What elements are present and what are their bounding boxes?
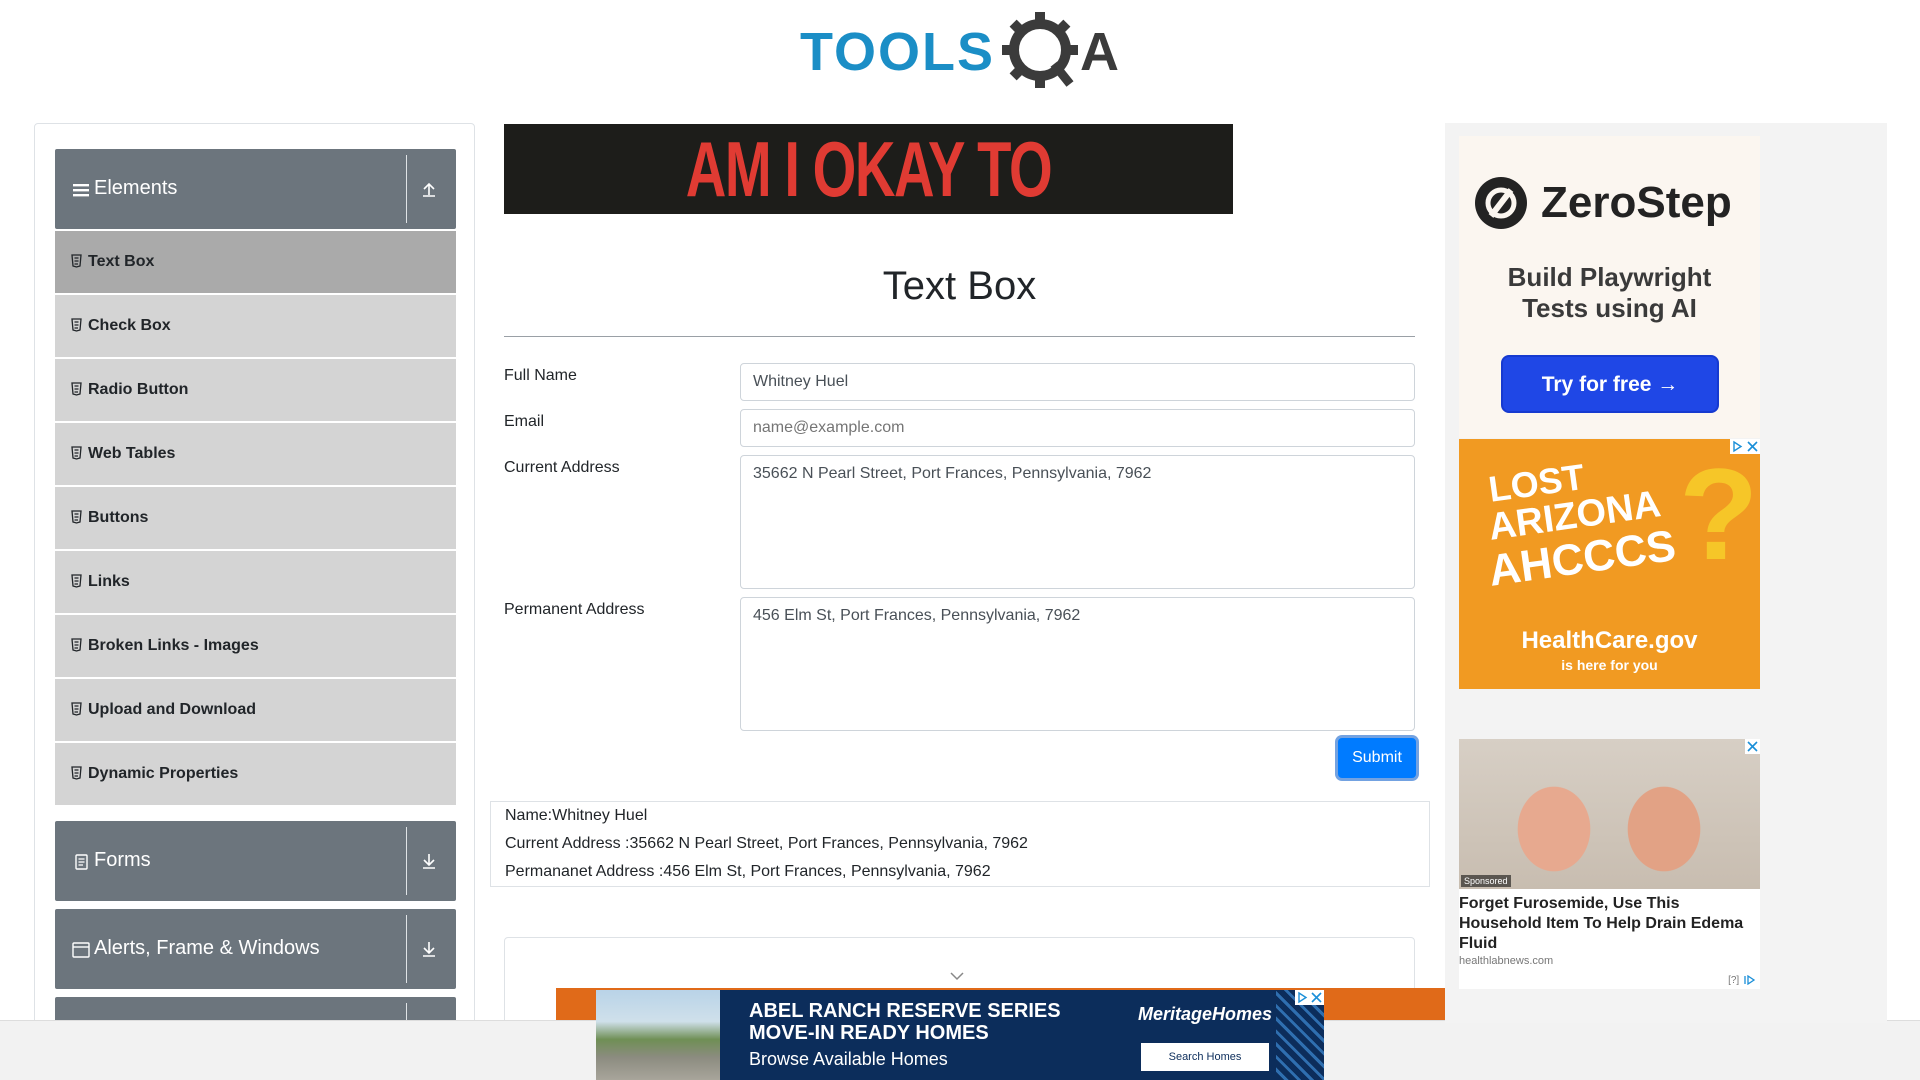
sponsored-badge: Sponsored: [1461, 875, 1511, 887]
bottom-banner-ad[interactable]: ABEL RANCH RESERVE SERIES MOVE-IN READY …: [596, 990, 1324, 1080]
form-icon: [75, 854, 88, 870]
document-icon: [71, 446, 82, 460]
ad-headline: ABEL RANCH RESERVE SERIES: [749, 1000, 1061, 1022]
sidebar-item-label: Radio Button: [88, 381, 189, 398]
ad-headline-2: MOVE-IN READY HOMES: [749, 1022, 989, 1044]
document-icon: [71, 382, 82, 396]
window-icon: [72, 942, 90, 958]
zerostep-ad[interactable]: ZeroStep Build Playwright Tests using AI…: [1459, 136, 1760, 438]
permanent-address-label: Permanent Address: [504, 601, 645, 618]
group-elements: Elements Text Box Check Box Radio Button…: [55, 149, 456, 805]
sidebar-item-label: Dynamic Properties: [88, 765, 239, 782]
divider: [504, 336, 1415, 337]
output-panel: Name:Whitney Huel Current Address :35662…: [490, 801, 1430, 887]
sidebar-item-label: Broken Links - Images: [88, 637, 259, 654]
document-icon: [71, 766, 82, 780]
group-header-forms[interactable]: Forms: [55, 821, 456, 901]
adchoices-icon[interactable]: [1295, 990, 1310, 1005]
sidebar-item-upload-download[interactable]: Upload and Download: [55, 679, 456, 741]
document-icon: [71, 638, 82, 652]
healthcare-sub: is here for you: [1561, 657, 1658, 673]
top-banner-ad[interactable]: AM I OKAY TO DRIVE?: [504, 124, 1233, 214]
sidebar-item-broken-links[interactable]: Broken Links - Images: [55, 615, 456, 677]
document-icon: [71, 318, 82, 332]
group-alerts: Alerts, Frame & Windows: [55, 909, 456, 989]
adchoices-icon[interactable]: [1742, 975, 1758, 986]
sidebar-item-label: Web Tables: [88, 445, 176, 462]
ad-brand: MeritageHomes: [1138, 1004, 1273, 1024]
submit-button[interactable]: Submit: [1338, 738, 1416, 778]
zerostep-tagline: Build Playwright Tests using AI: [1459, 262, 1760, 324]
close-icon[interactable]: [1745, 739, 1760, 754]
expand-down-icon[interactable]: [420, 940, 438, 958]
sidebar-item-web-tables[interactable]: Web Tables: [55, 423, 456, 485]
divider: [406, 155, 407, 223]
email-input[interactable]: [740, 409, 1415, 447]
question-mark-graphic: ?: [1679, 441, 1759, 587]
sidebar-item-radio-button[interactable]: Radio Button: [55, 359, 456, 421]
sidebar-item-label: Text Box: [88, 253, 155, 270]
sidebar-item-text-box[interactable]: Text Box: [55, 231, 456, 293]
full-name-label: Full Name: [504, 367, 577, 384]
menu-icon: [73, 184, 89, 197]
full-name-input[interactable]: [740, 363, 1415, 401]
document-icon: [71, 702, 82, 716]
zerostep-name: ZeroStep: [1541, 178, 1732, 227]
permanent-address-textarea[interactable]: 456 Elm St, Port Frances, Pennsylvania, …: [740, 597, 1415, 731]
ad-source: healthlabnews.com: [1459, 955, 1554, 967]
sidebar-item-check-box[interactable]: Check Box: [55, 295, 456, 357]
sidebar-item-label: Upload and Download: [88, 701, 256, 718]
expand-down-icon[interactable]: [420, 852, 438, 870]
healthcare-brand: HealthCare.gov: [1521, 627, 1698, 654]
document-icon: [71, 510, 82, 524]
sidebar-item-buttons[interactable]: Buttons: [55, 487, 456, 549]
divider: [406, 915, 407, 983]
try-for-free-button[interactable]: Try for free →: [1501, 355, 1719, 413]
document-icon: [71, 574, 82, 588]
group-title-elements: Elements: [94, 177, 178, 199]
group-title-forms: Forms: [94, 849, 151, 871]
group-forms: Forms: [55, 821, 456, 901]
email-label: Email: [504, 413, 545, 430]
ad-headline[interactable]: Forget Furosemide, Use This Household It…: [1459, 894, 1760, 954]
current-address-textarea[interactable]: 35662 N Pearl Street, Port Frances, Penn…: [740, 455, 1415, 589]
output-permanent-address: Permananet Address :456 Elm St, Port Fra…: [505, 863, 991, 880]
divider: [406, 827, 407, 895]
zerostep-logo-icon: [1475, 177, 1527, 229]
chevron-down-icon[interactable]: [949, 970, 965, 982]
header: TOOLS A: [0, 0, 1920, 100]
banner-text: AM I OKAY TO DRIVE?: [685, 125, 1053, 214]
close-icon[interactable]: [1745, 439, 1760, 454]
sidebar-item-dynamic-properties[interactable]: Dynamic Properties: [55, 743, 456, 805]
adchoices-icon[interactable]: [1730, 439, 1745, 454]
arizona-ahcccs-ad[interactable]: ? LOST ARIZONA AHCCCS HealthCare.gov is …: [1459, 439, 1760, 689]
group-header-elements[interactable]: Elements: [55, 149, 456, 229]
sidebar-item-label: Links: [88, 573, 130, 590]
ad-subtext: Browse Available Homes: [749, 1049, 948, 1069]
svg-text:A: A: [1080, 22, 1119, 82]
svg-text:TOOLS: TOOLS: [800, 22, 995, 82]
toolsqa-logo[interactable]: TOOLS A: [800, 12, 1125, 92]
current-address-label: Current Address: [504, 459, 620, 476]
sidebar: Elements Text Box Check Box Radio Button…: [34, 123, 475, 1080]
zerostep-tagline-2: Tests using AI: [1522, 293, 1697, 323]
zerostep-tagline-1: Build Playwright: [1507, 262, 1712, 292]
sidebar-item-label: Buttons: [88, 509, 149, 526]
output-current-address: Current Address :35662 N Pearl Street, P…: [505, 835, 1028, 852]
group-header-alerts[interactable]: Alerts, Frame & Windows: [55, 909, 456, 989]
edema-ad[interactable]: Sponsored Forget Furosemide, Use This Ho…: [1459, 739, 1760, 989]
collapse-up-icon[interactable]: [420, 180, 438, 198]
group-title-alerts: Alerts, Frame & Windows: [94, 937, 320, 959]
ad-info-text: [?]: [1728, 975, 1740, 986]
ad-info-marker[interactable]: [?]: [1728, 975, 1758, 986]
sidebar-item-label: Check Box: [88, 317, 171, 334]
ad-photo: [1459, 739, 1760, 889]
close-icon[interactable]: [1309, 990, 1324, 1005]
ad-cta-button[interactable]: Search Homes: [1141, 1043, 1269, 1071]
ad-photo: [596, 990, 720, 1080]
sidebar-item-links[interactable]: Links: [55, 551, 456, 613]
output-name: Name:Whitney Huel: [505, 807, 648, 824]
page-title: Text Box: [882, 264, 1037, 308]
document-icon: [71, 254, 82, 268]
